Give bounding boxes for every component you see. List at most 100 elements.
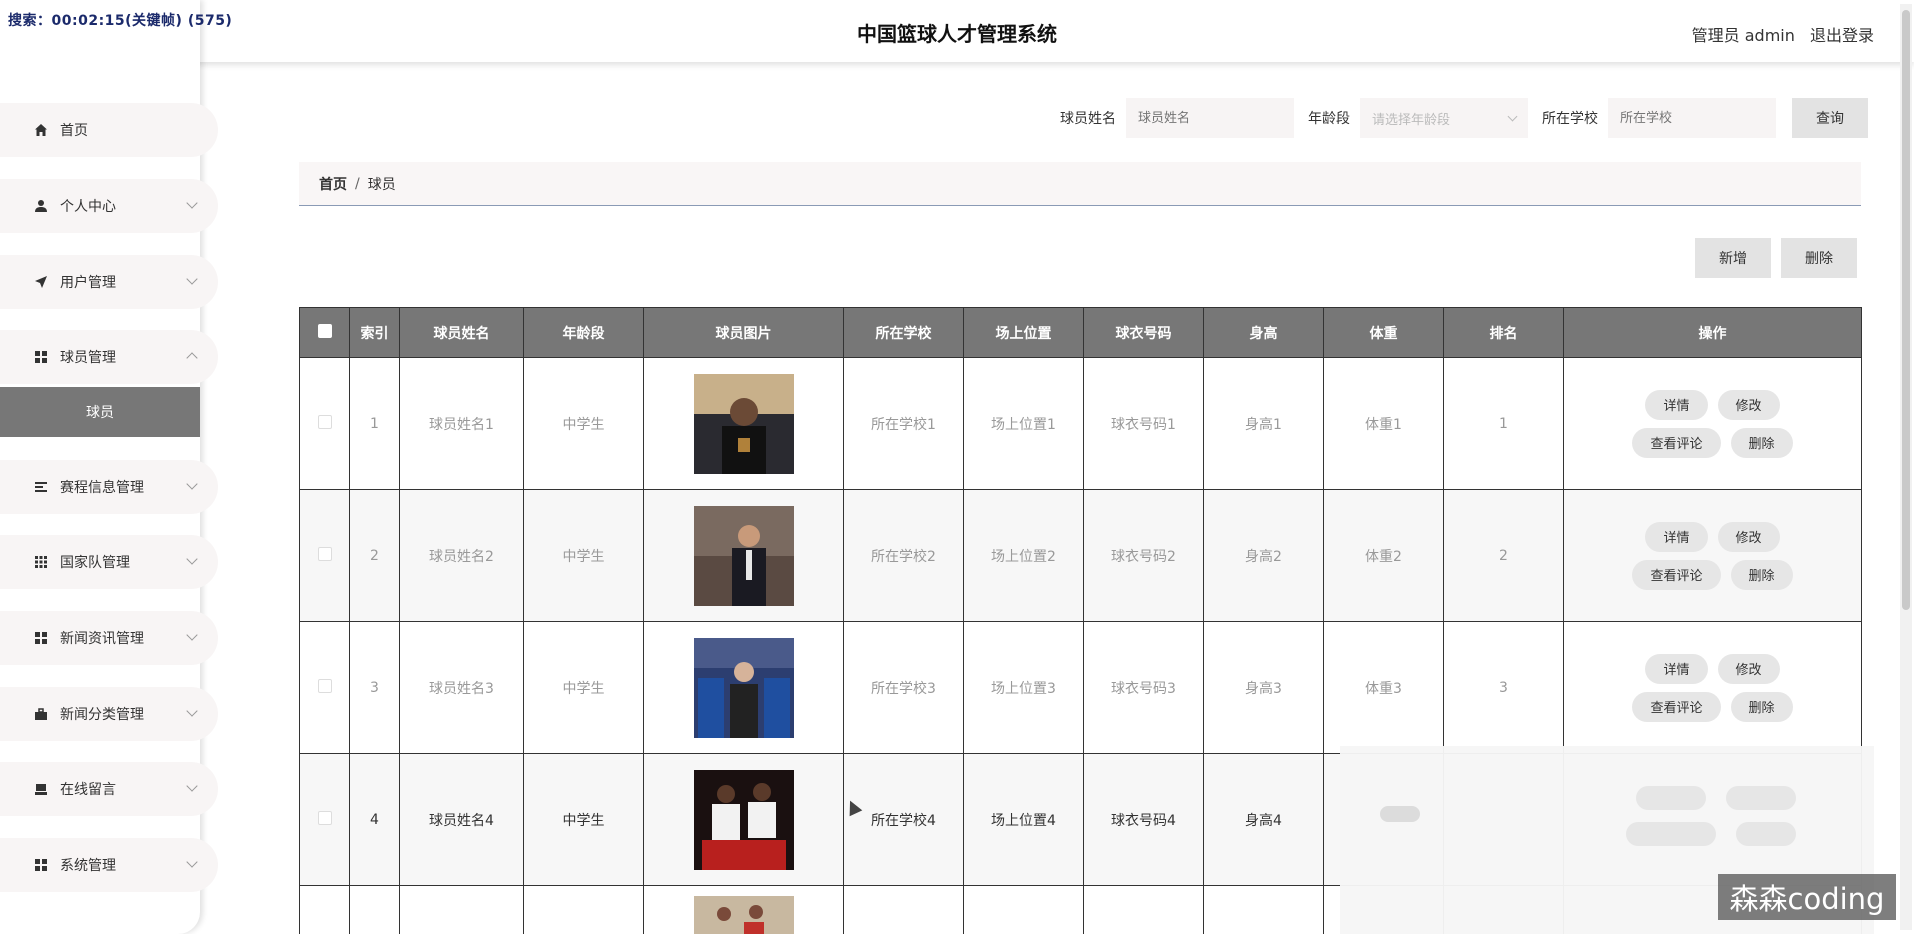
- index-cell: 1: [349, 357, 400, 490]
- row-checkbox[interactable]: [317, 546, 332, 561]
- breadcrumb-home[interactable]: 首页: [319, 174, 347, 194]
- sidebar-item-schedule[interactable]: 赛程信息管理: [0, 460, 218, 514]
- view-comments-button[interactable]: 查看评论: [1632, 691, 1721, 722]
- age-cell: 中学生: [523, 621, 644, 754]
- ops-cell: 详情 修改 查看评论 删除: [1563, 489, 1862, 622]
- query-button[interactable]: 查询: [1792, 98, 1868, 138]
- table-header: 体重: [1323, 307, 1444, 358]
- sidebar-item-system[interactable]: 系统管理: [0, 838, 218, 892]
- weight-cell: 体重1: [1323, 357, 1444, 490]
- sidebar-item-messages[interactable]: 在线留言: [0, 762, 218, 816]
- delete-button[interactable]: 删除: [1781, 238, 1857, 278]
- photo-cell: [643, 357, 844, 490]
- player-photo: [693, 896, 794, 934]
- index-cell: 2: [349, 489, 400, 622]
- detail-button[interactable]: 详情: [1645, 389, 1708, 420]
- table-header: 场上位置: [963, 307, 1084, 358]
- page-title: 中国篮球人才管理系统: [857, 22, 1057, 46]
- sidebar-subitem-player[interactable]: 球员: [0, 387, 200, 437]
- edit-button[interactable]: 修改: [1717, 389, 1780, 420]
- row-checkbox[interactable]: [317, 414, 332, 429]
- sidebar-item-news-category[interactable]: 新闻分类管理: [0, 687, 218, 741]
- sidebar-item-home[interactable]: 首页: [0, 103, 218, 157]
- view-comments-button[interactable]: 查看评论: [1632, 559, 1721, 590]
- send-icon: [32, 273, 50, 291]
- view-comments-button[interactable]: 查看评论: [1632, 427, 1721, 458]
- scrollbar-thumb[interactable]: [1902, 10, 1910, 610]
- row-delete-button[interactable]: 删除: [1730, 427, 1793, 458]
- jersey-cell: 球衣号码1: [1083, 357, 1204, 490]
- table-header: 球员姓名: [399, 307, 524, 358]
- chevron-down-icon: [186, 197, 198, 209]
- blurred-shape: [1626, 822, 1716, 846]
- name-cell: 球员姓名3: [399, 621, 524, 754]
- jersey-cell: 球衣号码4: [1083, 753, 1204, 886]
- table-header: 身高: [1203, 307, 1324, 358]
- recorder-overlay-text: 搜索：00:02:15(关键帧) (575): [8, 13, 233, 29]
- grid-icon: [32, 856, 50, 874]
- sidebar-item-news[interactable]: 新闻资讯管理: [0, 611, 218, 665]
- row-checkbox[interactable]: [317, 678, 332, 693]
- sidebar-item-label: 个人中心: [60, 199, 116, 215]
- sidebar-item-personal[interactable]: 个人中心: [0, 179, 218, 233]
- table-header-row: 索引 球员姓名 年龄段 球员图片 所在学校 场上位置 球衣号码 身高 体重 排名…: [299, 307, 1862, 358]
- blurred-shape: [1380, 806, 1420, 822]
- breadcrumb: 首页 / 球员: [299, 162, 1861, 206]
- row-delete-button[interactable]: 删除: [1730, 559, 1793, 590]
- add-button[interactable]: 新增: [1695, 238, 1771, 278]
- table-header: 球衣号码: [1083, 307, 1204, 358]
- name-cell: 球员姓名4: [399, 753, 524, 886]
- player-photo: [693, 373, 794, 474]
- table-row: 1 球员姓名1 中学生 所在学校1 场上位置1 球衣号码1 身高1 体重1 1 …: [299, 357, 1862, 490]
- school-input[interactable]: [1608, 98, 1776, 138]
- vertical-scrollbar[interactable]: [1900, 4, 1912, 930]
- index-cell: 4: [349, 753, 400, 886]
- position-cell: [963, 885, 1084, 934]
- table-header: 所在学校: [843, 307, 964, 358]
- grid-icon: [32, 629, 50, 647]
- age-cell: 中学生: [523, 489, 644, 622]
- row-select-cell: [299, 885, 350, 934]
- top-header: 中国篮球人才管理系统 管理员 admin 退出登录: [0, 0, 1914, 62]
- height-cell: 身高2: [1203, 489, 1324, 622]
- age-group-select[interactable]: 请选择年龄段: [1360, 98, 1528, 138]
- list-icon: [32, 478, 50, 496]
- select-all-cell: [299, 307, 350, 358]
- edit-button[interactable]: 修改: [1717, 653, 1780, 684]
- select-all-checkbox[interactable]: [317, 323, 332, 338]
- school-label: 所在学校: [1542, 111, 1598, 127]
- blurred-shape: [1736, 822, 1796, 846]
- name-cell: 球员姓名2: [399, 489, 524, 622]
- sidebar-item-label: 国家队管理: [60, 555, 130, 571]
- position-cell: 场上位置4: [963, 753, 1084, 886]
- sidebar-item-label: 新闻资讯管理: [60, 631, 144, 647]
- name-cell: 球员姓名1: [399, 357, 524, 490]
- age-group-label: 年龄段: [1308, 111, 1350, 127]
- sidebar-item-label: 系统管理: [60, 858, 116, 874]
- logout-link[interactable]: 退出登录: [1810, 26, 1874, 45]
- school-cell: 所在学校1: [843, 357, 964, 490]
- grid-icon: [32, 348, 50, 366]
- row-delete-button[interactable]: 删除: [1730, 691, 1793, 722]
- school-cell: 所在学校3: [843, 621, 964, 754]
- detail-button[interactable]: 详情: [1645, 521, 1708, 552]
- player-name-input[interactable]: [1126, 98, 1294, 138]
- height-cell: [1203, 885, 1324, 934]
- header-user-area: 管理员 admin 退出登录: [1692, 22, 1874, 46]
- chevron-down-icon: [186, 629, 198, 641]
- edit-button[interactable]: 修改: [1717, 521, 1780, 552]
- blurred-shape: [1726, 786, 1796, 810]
- sidebar-item-users[interactable]: 用户管理: [0, 255, 218, 309]
- chevron-down-icon: [186, 273, 198, 285]
- printer-icon: [32, 780, 50, 798]
- sidebar-item-label: 首页: [60, 123, 88, 139]
- chevron-down-icon: [186, 856, 198, 868]
- sidebar-item-players[interactable]: 球员管理: [0, 330, 218, 384]
- grid9-icon: [32, 553, 50, 571]
- sidebar-item-national-team[interactable]: 国家队管理: [0, 535, 218, 589]
- breadcrumb-separator: /: [355, 175, 360, 192]
- detail-button[interactable]: 详情: [1645, 653, 1708, 684]
- chevron-down-icon: [186, 553, 198, 565]
- row-checkbox[interactable]: [317, 810, 332, 825]
- age-group-placeholder: 请选择年龄段: [1372, 112, 1451, 128]
